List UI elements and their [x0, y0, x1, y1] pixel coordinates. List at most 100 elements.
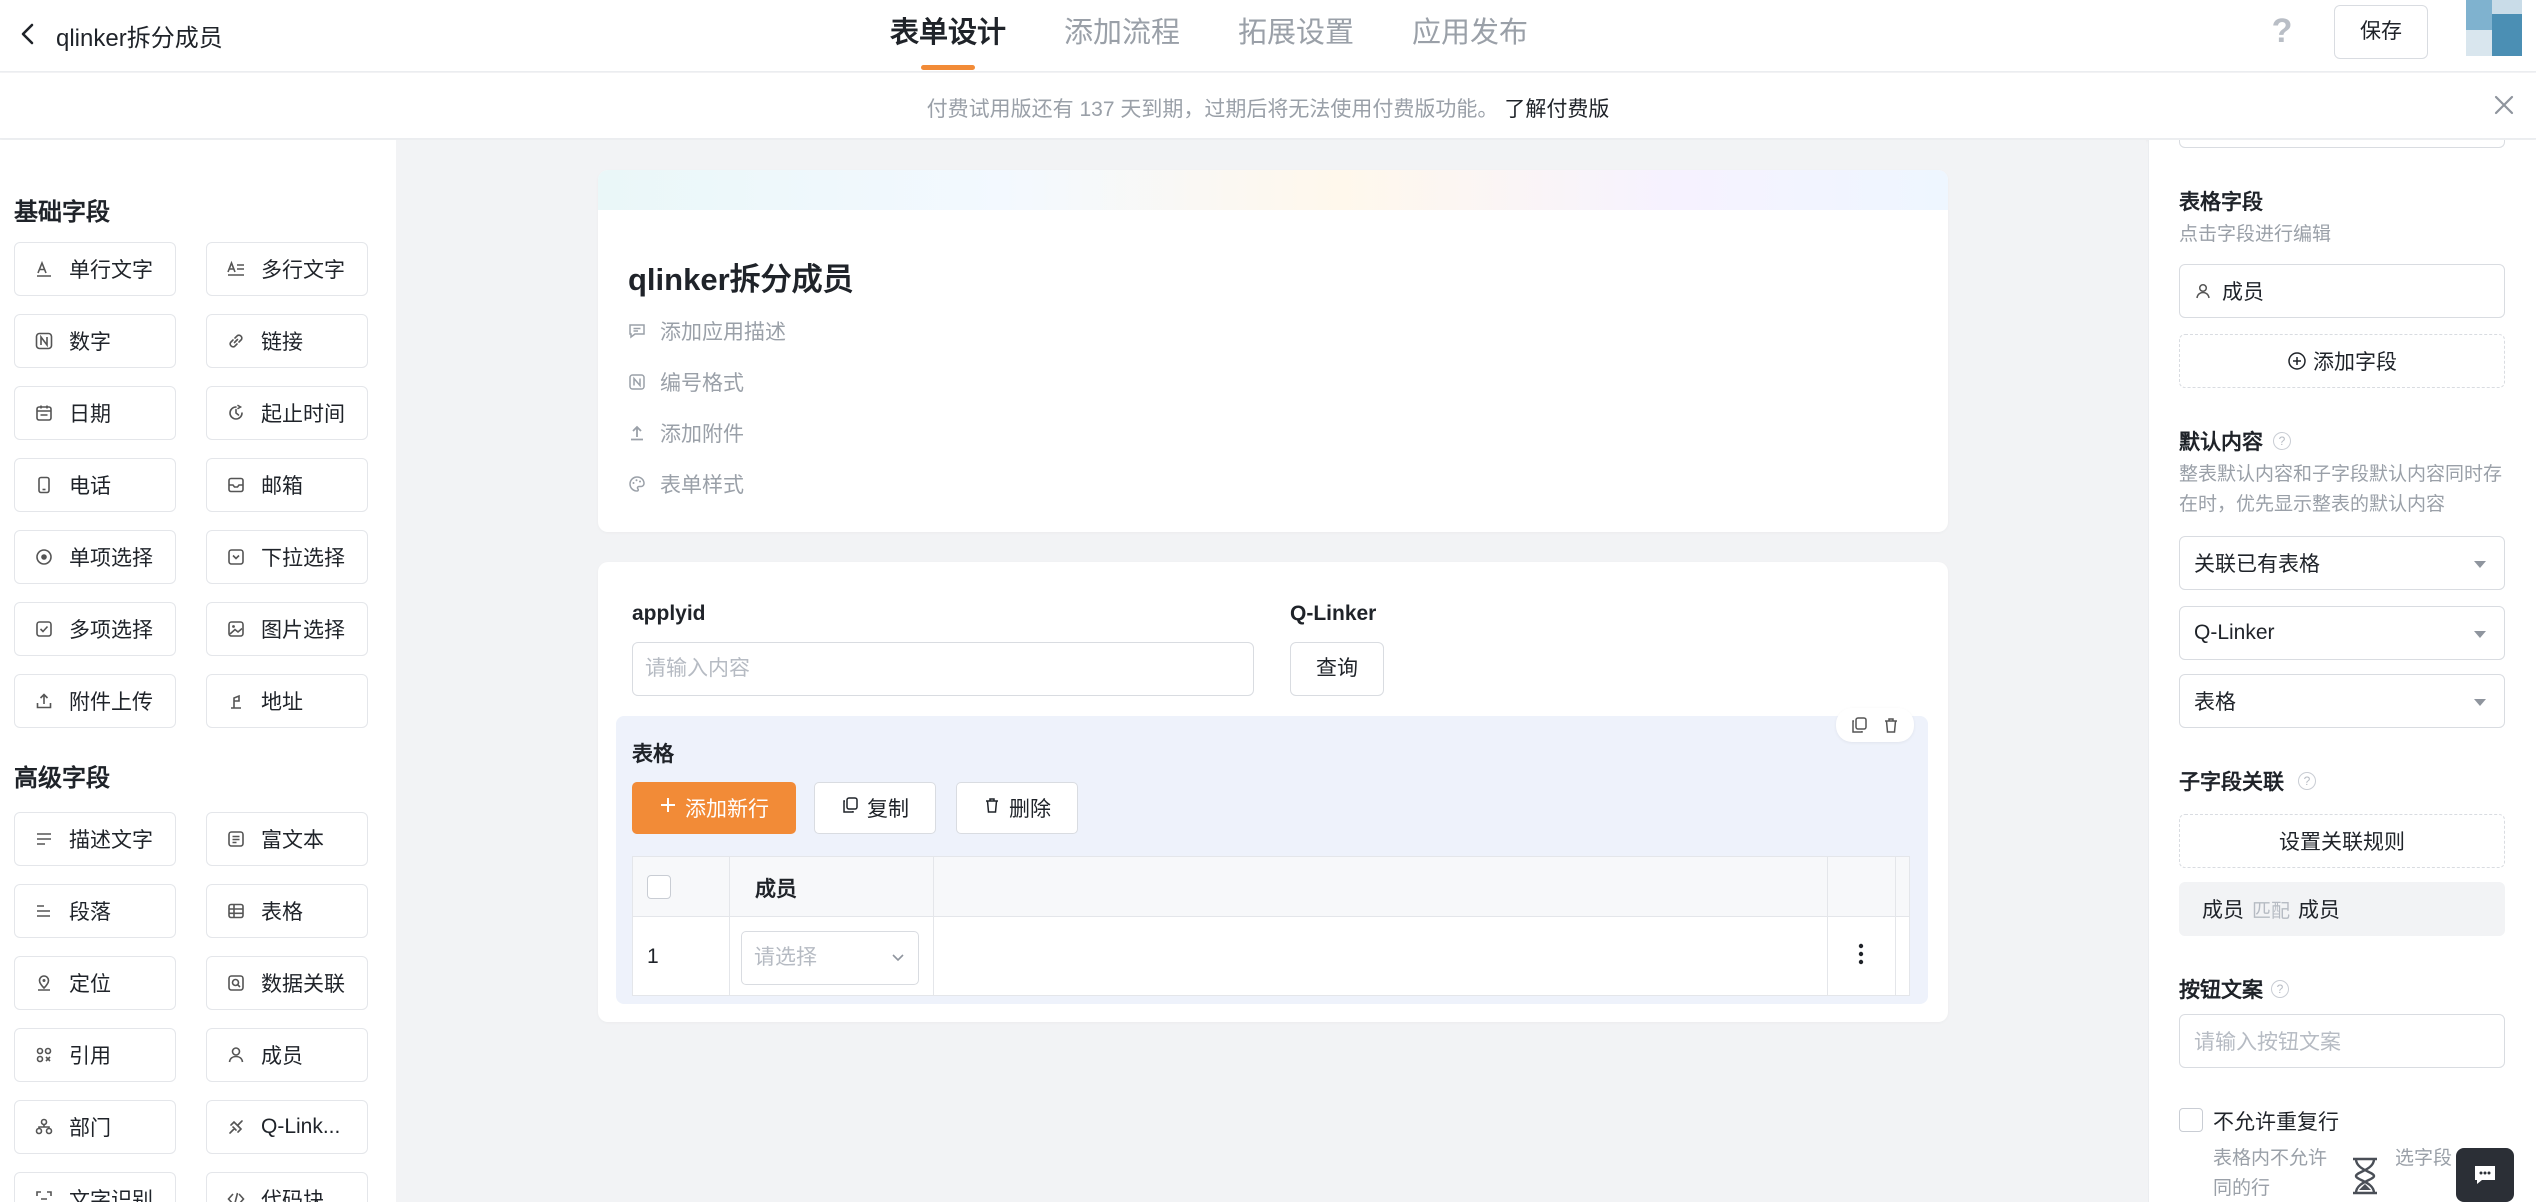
field-ocr[interactable]: 文字识别 [14, 1172, 176, 1202]
add-attachment[interactable]: 添加附件 [628, 418, 744, 448]
no-duplicate-label: 不允许重复行 [2213, 1111, 2339, 1134]
upgrade-link[interactable]: 了解付费版 [1504, 98, 1609, 121]
form-header-card[interactable]: qlinker拆分成员 添加应用描述 编号格式 添加附件 表单样式 [598, 170, 1948, 532]
default-table-select[interactable]: 表格 [2179, 674, 2505, 728]
member-select[interactable]: 请选择 [741, 931, 919, 985]
default-app-select[interactable]: Q-Linker [2179, 606, 2505, 660]
select-all-checkbox[interactable] [647, 875, 671, 899]
pin-icon [33, 972, 55, 994]
field-rich-text[interactable]: 富文本 [206, 812, 368, 866]
image-icon [225, 618, 247, 640]
field-time-range[interactable]: 起止时间 [206, 386, 368, 440]
app-title: qlinker拆分成员 [56, 25, 223, 52]
save-button[interactable]: 保存 [2334, 5, 2428, 59]
table-fields-title: 表格字段 [2179, 191, 2263, 214]
hourglass-icon [2348, 1156, 2382, 1196]
member-subfield[interactable]: 成员 [2179, 264, 2505, 318]
field-image-select[interactable]: 图片选择 [206, 602, 368, 656]
trash-icon[interactable] [1878, 712, 1904, 738]
field-single-line-text[interactable]: 单行文字 [14, 242, 176, 296]
delete-button[interactable]: 删除 [956, 782, 1078, 834]
field-radio[interactable]: 单项选择 [14, 530, 176, 584]
field-member[interactable]: 成员 [206, 1028, 368, 1082]
phone-icon [33, 474, 55, 496]
location-icon [225, 690, 247, 712]
basic-fields-title: 基础字段 [14, 199, 110, 226]
add-row-button[interactable]: 添加新行 [632, 782, 796, 834]
avatar[interactable] [2462, 0, 2524, 56]
question-mark-icon[interactable]: ? [2273, 432, 2291, 450]
field-paragraph[interactable]: 段落 [14, 884, 176, 938]
field-data-link[interactable]: 数据关联 [206, 956, 368, 1010]
mail-icon [225, 474, 247, 496]
tab-add-flow[interactable]: 添加流程 [1064, 0, 1180, 72]
table-field[interactable]: 表格 添加新行 复制 删除 成员 1 请选择 [616, 708, 1928, 1004]
link-rule: 成员 匹配 成员 [2179, 882, 2505, 936]
help-icon[interactable]: ? [2268, 14, 2296, 48]
field-description[interactable]: 描述文字 [14, 812, 176, 866]
chevron-down-icon [890, 932, 906, 1004]
duplicate-icon[interactable] [1846, 712, 1872, 738]
advanced-fields-title: 高级字段 [14, 765, 110, 792]
field-checkbox[interactable]: 多项选择 [14, 602, 176, 656]
question-mark-icon[interactable]: ? [2271, 980, 2289, 998]
close-icon[interactable] [2490, 91, 2518, 119]
member-icon [2194, 282, 2212, 300]
form-style[interactable]: 表单样式 [628, 469, 744, 499]
query-button[interactable]: 查询 [1290, 642, 1384, 696]
main-tabs: 表单设计 添加流程 拓展设置 应用发布 [890, 0, 1586, 72]
field-department[interactable]: 部门 [14, 1100, 176, 1154]
field-mail[interactable]: 邮箱 [206, 458, 368, 512]
field-position[interactable]: 定位 [14, 956, 176, 1010]
field-link[interactable]: 链接 [206, 314, 368, 368]
column-header-member: 成员 [755, 878, 797, 901]
field-address[interactable]: 地址 [206, 674, 368, 728]
tab-form-design[interactable]: 表单设计 [890, 0, 1006, 72]
field-phone[interactable]: 电话 [14, 458, 176, 512]
add-field-button[interactable]: 添加字段 [2179, 334, 2505, 388]
field-table[interactable]: 表格 [206, 884, 368, 938]
qlinker-icon [225, 1116, 247, 1138]
field-palette: 基础字段 单行文字 多行文字 数字 链接 日期 起止时间 电话 邮箱 单项选择 … [0, 140, 396, 1202]
copy-icon [841, 796, 859, 820]
advanced-fields-grid: 描述文字 富文本 段落 表格 定位 数据关联 引用 成员 部门 Q-Link..… [14, 812, 368, 1202]
tab-app-publish[interactable]: 应用发布 [1412, 0, 1528, 72]
field-reference[interactable]: 引用 [14, 1028, 176, 1082]
set-rule-button[interactable]: 设置关联规则 [2179, 814, 2505, 868]
table-header-row [633, 857, 1909, 917]
notice-text: 付费试用版还有 137 天到期，过期后将无法使用付费版功能。 了解付费版 [0, 93, 2536, 123]
code-icon [225, 1188, 247, 1202]
row-index: 1 [647, 945, 659, 968]
department-icon [33, 1116, 55, 1138]
add-description[interactable]: 添加应用描述 [628, 316, 786, 346]
field-code[interactable]: 代码块 [206, 1172, 368, 1202]
field-date[interactable]: 日期 [14, 386, 176, 440]
paragraph-icon [33, 900, 55, 922]
form-title[interactable]: qlinker拆分成员 [628, 254, 854, 299]
button-text-input[interactable]: 请输入按钮文案 [2179, 1014, 2505, 1068]
tab-extension-settings[interactable]: 拓展设置 [1238, 0, 1354, 72]
column-divider [1827, 857, 1828, 995]
field-number[interactable]: 数字 [14, 314, 176, 368]
button-text-title: 按钮文案 ? [2179, 974, 2289, 1004]
description-icon [33, 828, 55, 850]
field-upload[interactable]: 附件上传 [14, 674, 176, 728]
chat-icon[interactable] [2456, 1148, 2514, 1202]
back-arrow-icon[interactable] [14, 20, 42, 48]
applyid-label: applyid [632, 602, 706, 625]
no-duplicate-desc: 表格内不允许 选字段 同的行 [2213, 1148, 2453, 1199]
field-dropdown[interactable]: 下拉选择 [206, 530, 368, 584]
rule-match-label: 匹配 [2252, 900, 2291, 922]
no-duplicate-checkbox[interactable] [2179, 1108, 2203, 1132]
link-icon [225, 330, 247, 352]
ocr-icon [33, 1188, 55, 1202]
number-format[interactable]: 编号格式 [628, 367, 744, 397]
field-qlinker[interactable]: Q-Link... [206, 1100, 368, 1154]
copy-button[interactable]: 复制 [814, 782, 936, 834]
palette-icon [628, 475, 646, 493]
applyid-input[interactable]: 请输入内容 [632, 642, 1254, 696]
default-source-select[interactable]: 关联已有表格 [2179, 536, 2505, 590]
more-vertical-icon[interactable] [1851, 941, 1871, 972]
field-multi-line-text[interactable]: 多行文字 [206, 242, 368, 296]
question-mark-icon[interactable]: ? [2298, 772, 2316, 790]
